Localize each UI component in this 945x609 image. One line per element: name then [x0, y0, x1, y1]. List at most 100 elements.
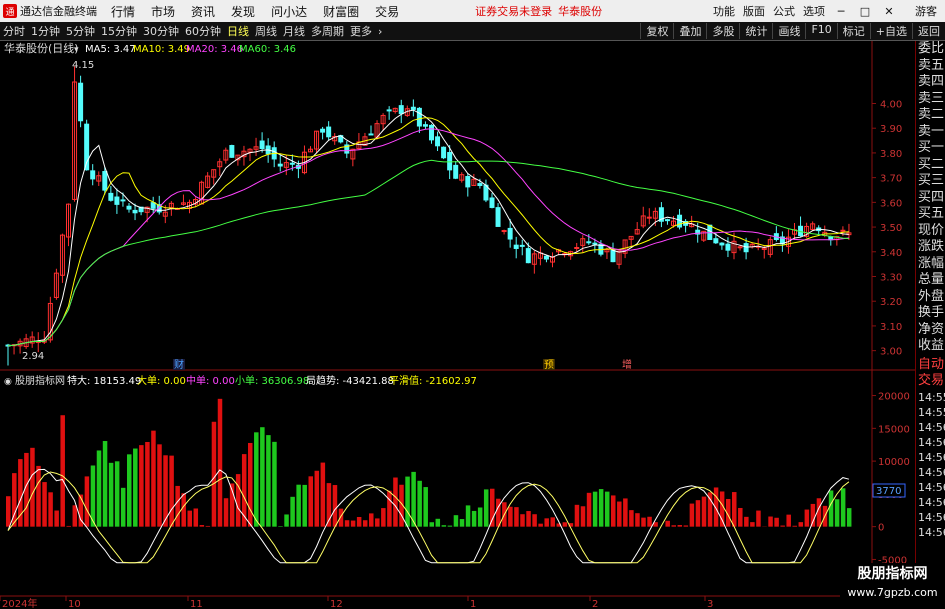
- sub-bar: [308, 476, 313, 527]
- candle-body: [150, 202, 156, 209]
- menu-xuanxiang[interactable]: 选项: [803, 3, 825, 19]
- app-title: 通达信金融终端: [20, 5, 97, 18]
- tab-more[interactable]: 更多: [347, 23, 375, 39]
- btn-fuquan[interactable]: 复权: [640, 23, 673, 39]
- menu-banmian[interactable]: 版面: [743, 3, 765, 19]
- tab-5min[interactable]: 5分钟: [63, 23, 98, 39]
- sub-bar: [133, 448, 138, 527]
- menu-hangqing[interactable]: 行情: [111, 3, 135, 20]
- sub-bar: [108, 462, 114, 527]
- candle-body: [507, 227, 513, 240]
- sub-indicator-icon[interactable]: ◉: [4, 377, 12, 387]
- trade-login-notice[interactable]: 证券交易未登录: [475, 3, 552, 19]
- candle-body: [102, 171, 108, 191]
- tab-60min[interactable]: 60分钟: [182, 23, 224, 39]
- menu-gongneng[interactable]: 功能: [713, 3, 735, 19]
- candle-body: [840, 229, 846, 232]
- sub-bar: [96, 450, 102, 527]
- btn-back[interactable]: 返回: [912, 23, 945, 39]
- tab-30min[interactable]: 30分钟: [140, 23, 182, 39]
- sub-bar: [102, 441, 108, 527]
- tab-daily[interactable]: 日线: [224, 23, 252, 39]
- btn-huaxian[interactable]: 画线: [772, 23, 805, 39]
- tick-time: 14:55: [918, 405, 945, 419]
- menu-caifuquan[interactable]: 财富圈: [323, 3, 359, 20]
- tick-time: 14:56: [918, 420, 945, 434]
- trade-label[interactable]: 交易: [916, 373, 945, 390]
- sub-bar: [562, 522, 568, 527]
- btn-duogu[interactable]: 多股: [706, 23, 739, 39]
- price-tick-label: 3.10: [880, 322, 902, 333]
- guest-label[interactable]: 游客: [915, 3, 937, 19]
- tab-fenshi[interactable]: 分时: [0, 23, 28, 39]
- sub-bar: [701, 496, 707, 527]
- tab-1min[interactable]: 1分钟: [28, 23, 63, 39]
- sub-bar: [369, 513, 374, 527]
- time-tick-label: 10: [68, 599, 81, 609]
- menu-jiaoyi[interactable]: 交易: [375, 3, 399, 20]
- sub-bar: [695, 500, 701, 527]
- sub-bar: [290, 496, 295, 527]
- menu-zixun[interactable]: 资讯: [191, 3, 215, 20]
- sub-bar: [84, 476, 90, 527]
- stock-name-link[interactable]: 华泰股份: [558, 3, 602, 19]
- menu-faxian[interactable]: 发现: [231, 3, 255, 20]
- menu-wenxiaoda[interactable]: 问小达: [271, 3, 307, 20]
- candle-body: [126, 205, 132, 210]
- sub-bar: [139, 445, 144, 527]
- tab-15min[interactable]: 15分钟: [98, 23, 140, 39]
- menu-shichang[interactable]: 市场: [151, 3, 175, 20]
- btn-diejia[interactable]: 叠加: [673, 23, 706, 39]
- low-price-label: 2.94: [22, 351, 44, 362]
- btn-biaoji[interactable]: 标记: [836, 23, 870, 39]
- tab-monthly[interactable]: 月线: [280, 23, 308, 39]
- btn-f10[interactable]: F10: [805, 23, 836, 39]
- sub-bar: [120, 487, 126, 527]
- quote-label: 换手: [918, 305, 945, 320]
- main-dropdown-icon[interactable]: ▾: [74, 45, 79, 55]
- sub-bar: [181, 493, 186, 527]
- trade-label[interactable]: 自动: [916, 357, 945, 374]
- ma-line: [7, 117, 849, 347]
- ma-line: [7, 109, 849, 347]
- tick-time: 14:56: [918, 465, 945, 479]
- marker-zeng[interactable]: 增: [622, 358, 632, 371]
- btn-tongji[interactable]: 统计: [739, 23, 772, 39]
- sub-bar: [840, 488, 846, 527]
- sub-bar: [792, 525, 797, 527]
- time-tick-label: 3: [707, 599, 713, 609]
- tick-time: 14:55: [918, 390, 945, 404]
- sub-bar: [296, 484, 301, 527]
- menu-gongshi[interactable]: 公式: [773, 3, 795, 19]
- sub-bar: [732, 492, 737, 527]
- marker-cai[interactable]: 财: [174, 358, 184, 371]
- close-icon[interactable]: ✕: [881, 5, 897, 18]
- tick-time: 14:56: [918, 450, 945, 464]
- tab-multi-period[interactable]: 多周期: [308, 23, 347, 39]
- time-tick-label: 1: [470, 599, 476, 609]
- candle-body: [368, 133, 374, 136]
- sub-bar: [810, 503, 816, 527]
- candle-body: [513, 244, 519, 249]
- more-chevron-icon[interactable]: ›: [375, 25, 385, 38]
- candle-body: [465, 176, 471, 188]
- tab-weekly[interactable]: 周线: [252, 23, 280, 39]
- tick-time: 14:56: [918, 525, 945, 539]
- maximize-icon[interactable]: □: [857, 5, 873, 18]
- sub-bar: [598, 489, 604, 527]
- sub-bar: [278, 526, 283, 527]
- price-axis-ticks: 4.00 3.90 3.80 3.70 3.60 3.50 3.40 3.30 3.20 3.10…: [872, 99, 902, 358]
- sub-bar: [647, 516, 652, 527]
- sub-bar: [623, 498, 628, 527]
- btn-add-favorite[interactable]: +自选: [869, 23, 912, 39]
- sub-bar: [441, 525, 447, 527]
- sub-bar: [66, 525, 71, 527]
- kline-chart[interactable]: 华泰股份(日线) ▾ MA5: 3.47 MA10: 3.49 MA20: 3.…: [0, 41, 915, 609]
- minimize-icon[interactable]: ─: [833, 5, 849, 18]
- candle-body: [610, 249, 616, 263]
- sub-bars: [6, 398, 852, 527]
- sub-bar: [828, 490, 834, 527]
- marker-yu[interactable]: 预: [544, 359, 554, 371]
- candle-body: [422, 124, 428, 127]
- tick-time: 14:56: [918, 480, 945, 494]
